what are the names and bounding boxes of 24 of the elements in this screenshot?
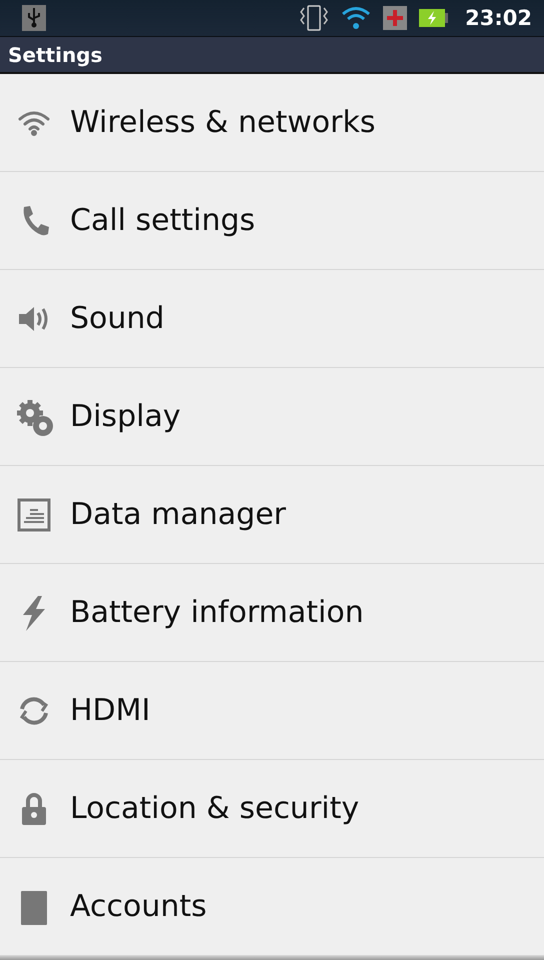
item-label: Call settings xyxy=(70,203,256,238)
settings-item[interactable]: Wireless & networks xyxy=(0,74,544,172)
battery-icon xyxy=(419,8,450,28)
window-title: Settings xyxy=(8,42,102,67)
settings-item[interactable]: Data manager xyxy=(0,466,544,564)
item-label: Display xyxy=(70,399,181,434)
settings-item[interactable]: Sound xyxy=(0,270,544,368)
item-label: Sound xyxy=(70,301,164,336)
usb-icon xyxy=(22,5,46,32)
vibrate-icon xyxy=(299,4,330,32)
settings-item[interactable]: Location & security xyxy=(0,760,544,858)
item-label: Accounts xyxy=(70,889,207,924)
item-label: Battery information xyxy=(70,595,364,630)
settings-item[interactable]: Battery information xyxy=(0,564,544,662)
settings-item[interactable]: HDMI xyxy=(0,662,544,760)
item-label: Location & security xyxy=(70,791,360,826)
clock: 23:02 xyxy=(465,6,532,30)
item-label: Wireless & networks xyxy=(70,105,376,140)
item-label: Data manager xyxy=(70,497,286,532)
wifi-icon xyxy=(341,5,372,32)
settings-item[interactable]: Call settings xyxy=(0,172,544,270)
item-label: HDMI xyxy=(70,693,150,728)
notification-icon xyxy=(383,6,408,30)
settings-item[interactable]: Display xyxy=(0,368,544,466)
